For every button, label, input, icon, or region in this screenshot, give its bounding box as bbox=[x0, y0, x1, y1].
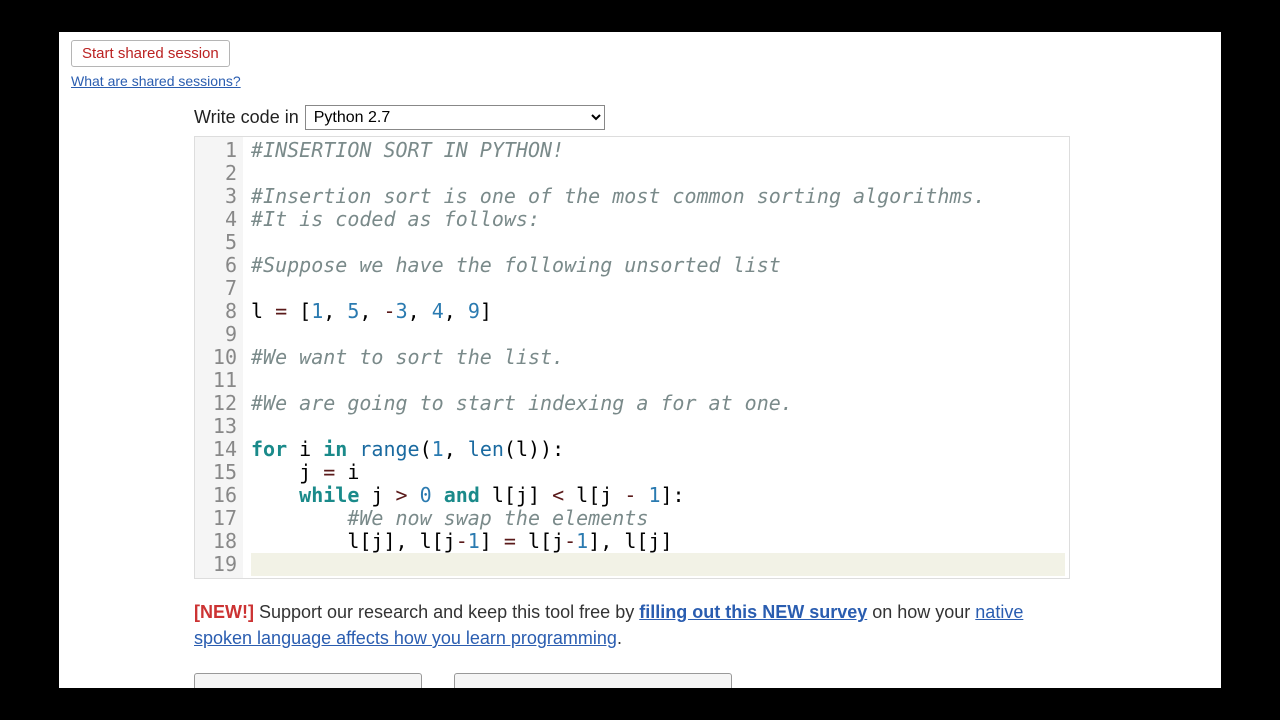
shared-sessions-link[interactable]: What are shared sessions? bbox=[71, 73, 241, 89]
code-line[interactable] bbox=[251, 553, 1065, 576]
code-line[interactable]: #We want to sort the list. bbox=[251, 346, 1065, 369]
promo-text-pre: Support our research and keep this tool … bbox=[254, 602, 639, 622]
survey-link[interactable]: filling out this NEW survey bbox=[639, 602, 867, 622]
code-line[interactable]: #INSERTION SORT IN PYTHON! bbox=[251, 139, 1065, 162]
line-number: 2 bbox=[207, 162, 237, 185]
code-line[interactable] bbox=[251, 231, 1065, 254]
promo-text-post: . bbox=[617, 628, 622, 648]
start-shared-session-button[interactable]: Start shared session bbox=[71, 40, 230, 67]
code-area[interactable]: #INSERTION SORT IN PYTHON! #Insertion so… bbox=[243, 137, 1069, 578]
language-select[interactable]: Python 2.7 bbox=[305, 105, 605, 130]
language-row: Write code in Python 2.7 bbox=[194, 105, 1221, 130]
promo-paragraph: [NEW!] Support our research and keep thi… bbox=[194, 599, 1070, 651]
line-number: 19 bbox=[207, 553, 237, 576]
code-line[interactable] bbox=[251, 415, 1065, 438]
line-number: 17 bbox=[207, 507, 237, 530]
line-number: 7 bbox=[207, 277, 237, 300]
line-number: 3 bbox=[207, 185, 237, 208]
line-gutter: 12345678910111213141516171819 bbox=[195, 137, 243, 578]
line-number: 9 bbox=[207, 323, 237, 346]
code-line[interactable]: #Insertion sort is one of the most commo… bbox=[251, 185, 1065, 208]
line-number: 1 bbox=[207, 139, 237, 162]
line-number: 13 bbox=[207, 415, 237, 438]
code-line[interactable]: l[j], l[j-1] = l[j-1], l[j] bbox=[251, 530, 1065, 553]
code-line[interactable]: for i in range(1, len(l)): bbox=[251, 438, 1065, 461]
line-number: 6 bbox=[207, 254, 237, 277]
visualize-execution-button[interactable]: Visualize Execution bbox=[194, 673, 422, 688]
code-line[interactable] bbox=[251, 277, 1065, 300]
line-number: 15 bbox=[207, 461, 237, 484]
promo-text-mid: on how your bbox=[867, 602, 975, 622]
line-number: 11 bbox=[207, 369, 237, 392]
line-number: 16 bbox=[207, 484, 237, 507]
code-line[interactable]: l = [1, 5, -3, 4, 9] bbox=[251, 300, 1065, 323]
code-line[interactable] bbox=[251, 323, 1065, 346]
code-line[interactable]: j = i bbox=[251, 461, 1065, 484]
code-editor[interactable]: 12345678910111213141516171819 #INSERTION… bbox=[194, 136, 1070, 579]
line-number: 5 bbox=[207, 231, 237, 254]
code-line[interactable] bbox=[251, 162, 1065, 185]
code-line[interactable] bbox=[251, 369, 1065, 392]
code-line[interactable]: while j > 0 and l[j] < l[j - 1]: bbox=[251, 484, 1065, 507]
top-bar: Start shared session What are shared ses… bbox=[59, 32, 1221, 91]
line-number: 8 bbox=[207, 300, 237, 323]
code-line[interactable]: #We are going to start indexing a for at… bbox=[251, 392, 1065, 415]
write-code-label: Write code in bbox=[194, 107, 299, 128]
code-line[interactable]: #It is coded as follows: bbox=[251, 208, 1065, 231]
line-number: 4 bbox=[207, 208, 237, 231]
page-content: Start shared session What are shared ses… bbox=[59, 32, 1221, 688]
action-button-row: Visualize Execution Live Programming Mod… bbox=[194, 673, 1221, 688]
line-number: 14 bbox=[207, 438, 237, 461]
promo-new-tag: [NEW!] bbox=[194, 602, 254, 622]
live-programming-button[interactable]: Live Programming Mode bbox=[454, 673, 732, 688]
code-line[interactable]: #Suppose we have the following unsorted … bbox=[251, 254, 1065, 277]
line-number: 18 bbox=[207, 530, 237, 553]
code-line[interactable]: #We now swap the elements bbox=[251, 507, 1065, 530]
line-number: 10 bbox=[207, 346, 237, 369]
line-number: 12 bbox=[207, 392, 237, 415]
